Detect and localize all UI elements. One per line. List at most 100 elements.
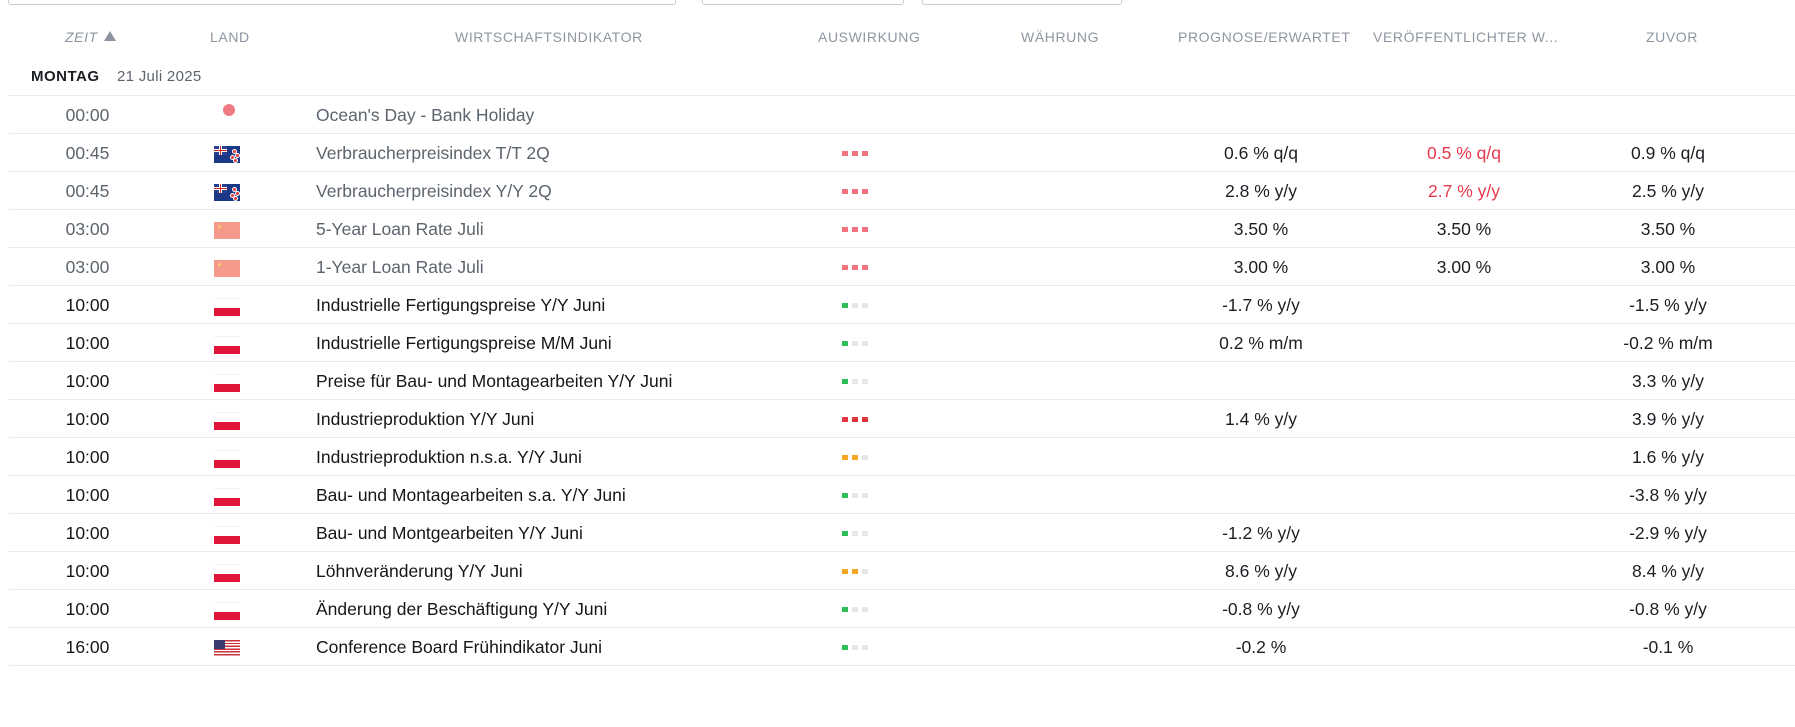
poland-flag-icon xyxy=(214,602,240,620)
event-time: 00:00 xyxy=(65,105,110,125)
event-time: 03:00 xyxy=(65,257,110,277)
forecast-value: 3.00 % xyxy=(1233,257,1289,277)
table-row[interactable]: 10:00 Löhnveränderung Y/Y Juni 8.6 % y/y 8.… xyxy=(9,552,1795,590)
poland-flag-icon xyxy=(214,450,240,468)
event-indicator-link[interactable]: Ocean's Day - Bank Holiday xyxy=(316,105,534,126)
header-actual: VERÖFFENTLICHTER W... xyxy=(1373,29,1559,45)
table-row[interactable]: 00:45 Verbraucherpreisindex T/T 2Q 0.6 % q… xyxy=(9,134,1795,172)
impact-bar xyxy=(862,265,868,270)
impact-bar xyxy=(862,227,868,232)
event-indicator-link[interactable]: Bau- und Montagearbeiten s.a. Y/Y Juni xyxy=(316,485,626,506)
impact-bar xyxy=(852,341,858,346)
event-indicator-link[interactable]: Industrieproduktion Y/Y Juni xyxy=(316,409,534,430)
events-table: 00:00 Ocean's Day - Bank Holiday 00:45 Verb… xyxy=(9,96,1795,666)
impact-indicator xyxy=(842,265,868,270)
event-time: 10:00 xyxy=(65,409,110,429)
event-time: 10:00 xyxy=(65,371,110,391)
country-cell xyxy=(214,260,240,277)
new-zealand-flag-icon xyxy=(214,184,240,201)
country-cell xyxy=(214,336,240,354)
day-row: MONTAG 21 Juli 2025 xyxy=(9,62,1795,96)
sort-ascending-icon[interactable] xyxy=(103,31,116,41)
table-row[interactable]: 00:45 Verbraucherpreisindex Y/Y 2Q 2.8 % y… xyxy=(9,172,1795,210)
event-time: 10:00 xyxy=(65,599,110,619)
impact-bar xyxy=(862,493,868,498)
impact-bar xyxy=(862,531,868,536)
event-indicator-link[interactable]: Löhnveränderung Y/Y Juni xyxy=(316,561,523,582)
forecast-value: 3.50 % xyxy=(1233,219,1289,239)
impact-bar xyxy=(862,607,868,612)
previous-value: 0.9 % q/q xyxy=(1631,143,1705,163)
impact-bar xyxy=(842,227,848,232)
impact-bar xyxy=(852,379,858,384)
event-indicator-link[interactable]: Bau- und Montgearbeiten Y/Y Juni xyxy=(316,523,583,544)
impact-bar xyxy=(842,645,848,650)
actual-value: 3.00 % xyxy=(1436,257,1492,277)
table-row[interactable]: 10:00 Änderung der Beschäftigung Y/Y Juni… xyxy=(9,590,1795,628)
holiday-dot-icon xyxy=(223,104,235,116)
impact-bar xyxy=(842,607,848,612)
previous-value: 8.4 % y/y xyxy=(1632,561,1704,581)
event-indicator-link[interactable]: Verbraucherpreisindex Y/Y 2Q xyxy=(316,181,552,202)
previous-value: -1.5 % y/y xyxy=(1629,295,1707,315)
impact-indicator xyxy=(842,417,868,422)
poland-flag-icon xyxy=(214,564,240,582)
event-indicator-link[interactable]: Industrielle Fertigungspreise Y/Y Juni xyxy=(316,295,605,316)
forecast-value: -1.2 % y/y xyxy=(1222,523,1300,543)
table-row[interactable]: 10:00 Preise für Bau- und Montagearbeiten… xyxy=(9,362,1795,400)
event-time: 00:45 xyxy=(65,143,110,163)
impact-indicator xyxy=(842,607,868,612)
impact-bar xyxy=(852,569,858,574)
day-name: MONTAG xyxy=(31,68,100,85)
poland-flag-icon xyxy=(214,374,240,392)
forecast-value: 0.6 % q/q xyxy=(1224,143,1298,163)
header-time-label: ZEIT xyxy=(65,29,98,45)
event-indicator-link[interactable]: Conference Board Frühindikator Juni xyxy=(316,637,602,658)
impact-bar xyxy=(852,151,858,156)
previous-value: 1.6 % y/y xyxy=(1632,447,1704,467)
country-cell xyxy=(214,146,240,163)
china-flag-icon xyxy=(214,222,240,239)
event-time: 10:00 xyxy=(65,295,110,315)
table-row[interactable]: 10:00 Bau- und Montagearbeiten s.a. Y/Y J… xyxy=(9,476,1795,514)
china-flag-icon xyxy=(214,260,240,277)
event-time: 16:00 xyxy=(65,637,110,657)
impact-indicator xyxy=(842,569,868,574)
table-row[interactable]: 03:00 1-Year Loan Rate Juli 3.00 % 3.00 % 3.… xyxy=(9,248,1795,286)
table-row[interactable]: 10:00 Industrielle Fertigungspreise Y/Y J… xyxy=(9,286,1795,324)
event-indicator-link[interactable]: Industrielle Fertigungspreise M/M Juni xyxy=(316,333,612,354)
table-row[interactable]: 10:00 Bau- und Montgearbeiten Y/Y Juni -1.… xyxy=(9,514,1795,552)
table-row[interactable]: 10:00 Industrieproduktion Y/Y Juni 1.4 % y… xyxy=(9,400,1795,438)
forecast-value: 2.8 % y/y xyxy=(1225,181,1297,201)
event-time: 10:00 xyxy=(65,561,110,581)
event-indicator-link[interactable]: Änderung der Beschäftigung Y/Y Juni xyxy=(316,599,607,620)
previous-value: -2.9 % y/y xyxy=(1629,523,1707,543)
usa-flag-icon xyxy=(214,640,240,657)
event-indicator-link[interactable]: 5-Year Loan Rate Juli xyxy=(316,219,484,240)
forecast-value: -1.7 % y/y xyxy=(1222,295,1300,315)
impact-bar xyxy=(862,303,868,308)
table-row[interactable]: 00:00 Ocean's Day - Bank Holiday xyxy=(9,96,1795,134)
event-indicator-link[interactable]: Industrieproduktion n.s.a. Y/Y Juni xyxy=(316,447,582,468)
actual-value: 3.50 % xyxy=(1436,219,1492,239)
event-indicator-link[interactable]: Verbraucherpreisindex T/T 2Q xyxy=(316,143,550,164)
sort-by-time-header[interactable]: ZEIT xyxy=(65,29,116,45)
country-cell xyxy=(214,526,240,544)
impact-bar xyxy=(842,379,848,384)
impact-bar xyxy=(852,189,858,194)
table-row[interactable]: 03:00 5-Year Loan Rate Juli 3.50 % 3.50 % 3.… xyxy=(9,210,1795,248)
table-row[interactable]: 16:00 Conference Board Frühindikator Juni… xyxy=(9,628,1795,666)
country-cell xyxy=(214,222,240,239)
country-cell xyxy=(214,450,240,468)
impact-bar xyxy=(842,569,848,574)
impact-bar xyxy=(842,265,848,270)
forecast-value: 8.6 % y/y xyxy=(1225,561,1297,581)
event-indicator-link[interactable]: 1-Year Loan Rate Juli xyxy=(316,257,484,278)
table-row[interactable]: 10:00 Industrieproduktion n.s.a. Y/Y Juni… xyxy=(9,438,1795,476)
header-indicator: WIRTSCHAFTSINDIKATOR xyxy=(455,29,643,45)
table-row[interactable]: 10:00 Industrielle Fertigungspreise M/M J… xyxy=(9,324,1795,362)
forecast-value: -0.8 % y/y xyxy=(1222,599,1300,619)
event-indicator-link[interactable]: Preise für Bau- und Montagearbeiten Y/Y … xyxy=(316,371,672,392)
impact-indicator xyxy=(842,189,868,194)
impact-bar xyxy=(842,417,848,422)
